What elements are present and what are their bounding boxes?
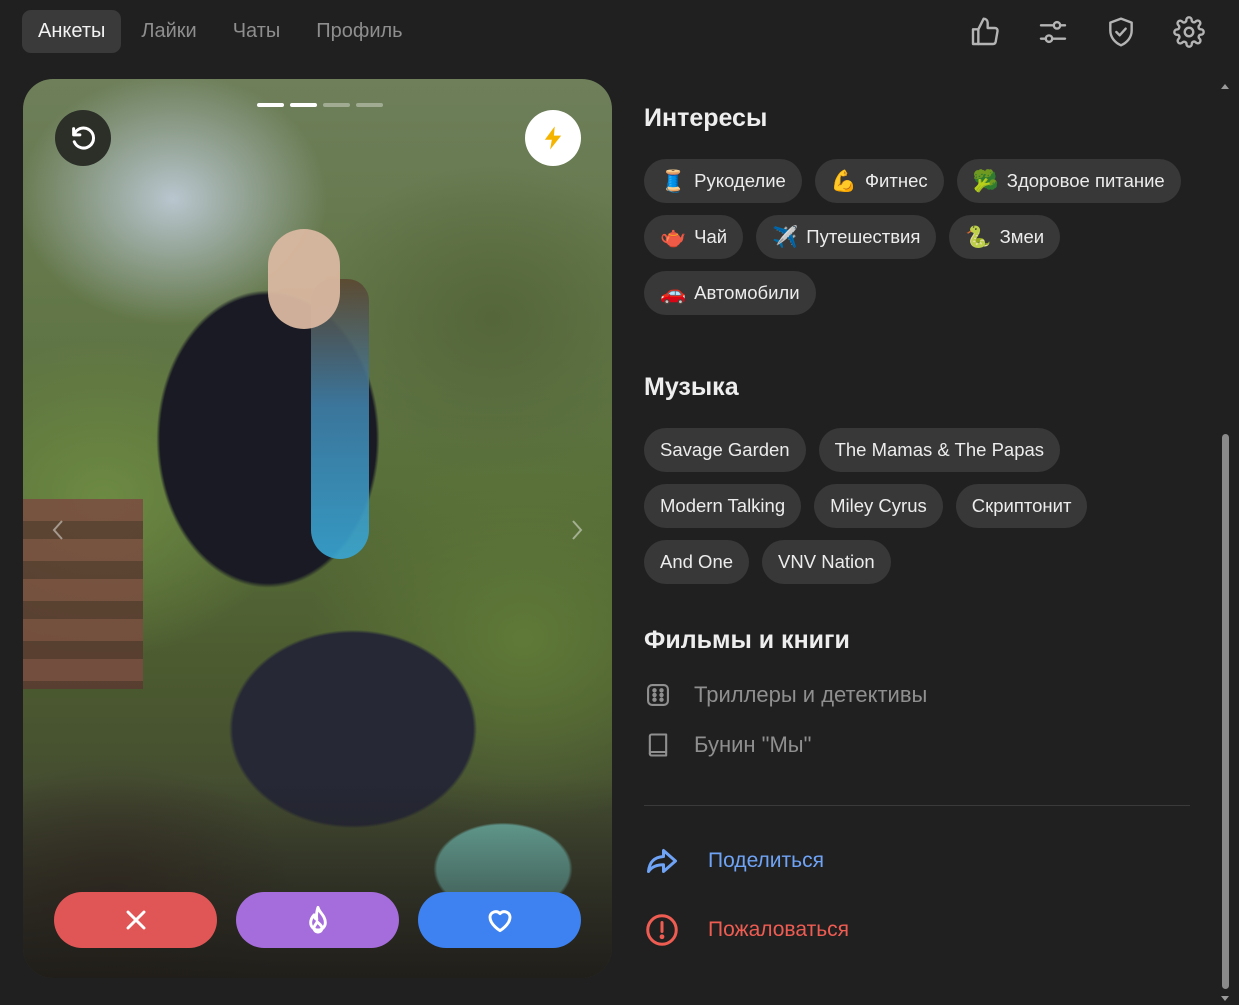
profile-photo-card[interactable] xyxy=(23,79,612,978)
films-books-title: Фильмы и книги xyxy=(644,626,850,654)
scrollbar-thumb[interactable] xyxy=(1222,434,1229,989)
report-label: Пожаловаться xyxy=(708,918,850,941)
undo-icon xyxy=(72,126,96,150)
teapot-icon: 🫖 xyxy=(660,225,687,249)
music-chip: The Mamas & The Papas xyxy=(818,428,1061,472)
music-chip: Скриптонит xyxy=(955,484,1088,528)
scroll-down-arrow[interactable] xyxy=(1221,996,1229,1001)
airplane-icon: ✈️ xyxy=(772,225,799,249)
heart-icon xyxy=(488,910,511,933)
car-icon: 🚗 xyxy=(660,281,687,305)
tab-likes[interactable]: Лайки xyxy=(125,10,212,53)
biceps-icon: 💪 xyxy=(830,169,857,193)
flame-icon xyxy=(308,905,327,934)
alert-icon xyxy=(646,914,678,946)
report-link[interactable]: Пожаловаться xyxy=(644,912,849,948)
tab-chats[interactable]: Чаты xyxy=(217,10,297,53)
interest-chip: 🐍 Змеи xyxy=(949,215,1061,259)
books-row: Бунин "Мы" xyxy=(644,731,811,759)
share-label: Поделиться xyxy=(708,849,824,872)
chip-label: Змеи xyxy=(999,226,1045,247)
top-nav: Анкеты Лайки Чаты Профиль xyxy=(22,9,419,53)
interests-list: 🧵 Рукоделие 💪 Фитнес 🥦 Здоровое питание 🫖 Ча… xyxy=(644,159,1204,315)
music-chip: Miley Cyrus xyxy=(814,484,943,528)
chip-label: Рукоделие xyxy=(694,170,786,191)
films-row: Триллеры и детективы xyxy=(644,681,927,709)
interest-chip: 🥦 Здоровое питание xyxy=(956,159,1181,203)
tab-profiles[interactable]: Анкеты xyxy=(22,9,122,53)
next-photo-button[interactable] xyxy=(564,515,588,545)
share-link[interactable]: Поделиться xyxy=(644,843,824,879)
interest-chip: 💪 Фитнес xyxy=(814,159,944,203)
films-text: Триллеры и детективы xyxy=(694,682,928,707)
share-arrow-icon xyxy=(647,849,677,873)
music-chip: Modern Talking xyxy=(644,484,802,528)
interests-title: Интересы xyxy=(644,104,768,132)
chevron-right-icon xyxy=(572,520,583,540)
broccoli-icon: 🥦 xyxy=(972,169,999,193)
dice-icon xyxy=(647,684,669,706)
interest-chip: ✈️ Путешествия xyxy=(756,215,937,259)
scroll-up-arrow[interactable] xyxy=(1221,84,1229,89)
previous-photo-button[interactable] xyxy=(47,515,71,545)
pager-dot[interactable] xyxy=(290,103,317,107)
music-chip: VNV Nation xyxy=(762,540,891,584)
thread-icon: 🧵 xyxy=(660,169,687,193)
music-title: Музыка xyxy=(644,373,739,401)
pager-dot[interactable] xyxy=(257,103,284,107)
top-icons xyxy=(967,10,1207,54)
interest-chip: 🚗 Автомобили xyxy=(644,271,816,315)
shield-check-icon[interactable] xyxy=(1103,14,1139,50)
interest-chip: 🫖 Чай xyxy=(644,215,744,259)
chip-label: Здоровое питание xyxy=(1006,170,1165,191)
photo-face xyxy=(268,229,340,329)
book-icon xyxy=(648,733,668,757)
books-text: Бунин "Мы" xyxy=(694,732,812,757)
dislike-button[interactable] xyxy=(54,892,217,948)
chip-label: Путешествия xyxy=(806,226,921,247)
sliders-icon[interactable] xyxy=(1035,14,1071,50)
photo-shade xyxy=(23,778,612,978)
pager-dot[interactable] xyxy=(356,103,383,107)
chip-label: Автомобили xyxy=(694,282,800,303)
lightning-icon xyxy=(544,126,562,150)
music-chip: Savage Garden xyxy=(644,428,806,472)
music-list: Savage Garden The Mamas & The Papas Mode… xyxy=(644,428,1204,584)
undo-button[interactable] xyxy=(55,110,111,166)
gear-icon[interactable] xyxy=(1171,14,1207,50)
superlike-button[interactable] xyxy=(236,892,399,948)
thumbs-up-icon[interactable] xyxy=(967,14,1003,50)
pager-dot[interactable] xyxy=(323,103,350,107)
like-button[interactable] xyxy=(418,892,581,948)
chevron-left-icon xyxy=(52,520,63,540)
close-icon xyxy=(126,910,145,930)
section-divider xyxy=(644,805,1190,806)
boost-button[interactable] xyxy=(525,110,581,166)
snake-icon: 🐍 xyxy=(965,225,992,249)
tab-profile[interactable]: Профиль xyxy=(300,10,418,53)
chip-label: Чай xyxy=(694,226,728,247)
interest-chip: 🧵 Рукоделие xyxy=(644,159,802,203)
chip-label: Фитнес xyxy=(864,170,928,191)
music-chip: And One xyxy=(644,540,750,584)
card-actions xyxy=(54,892,581,948)
photo-bench xyxy=(23,499,143,689)
photo-pager xyxy=(257,103,383,107)
